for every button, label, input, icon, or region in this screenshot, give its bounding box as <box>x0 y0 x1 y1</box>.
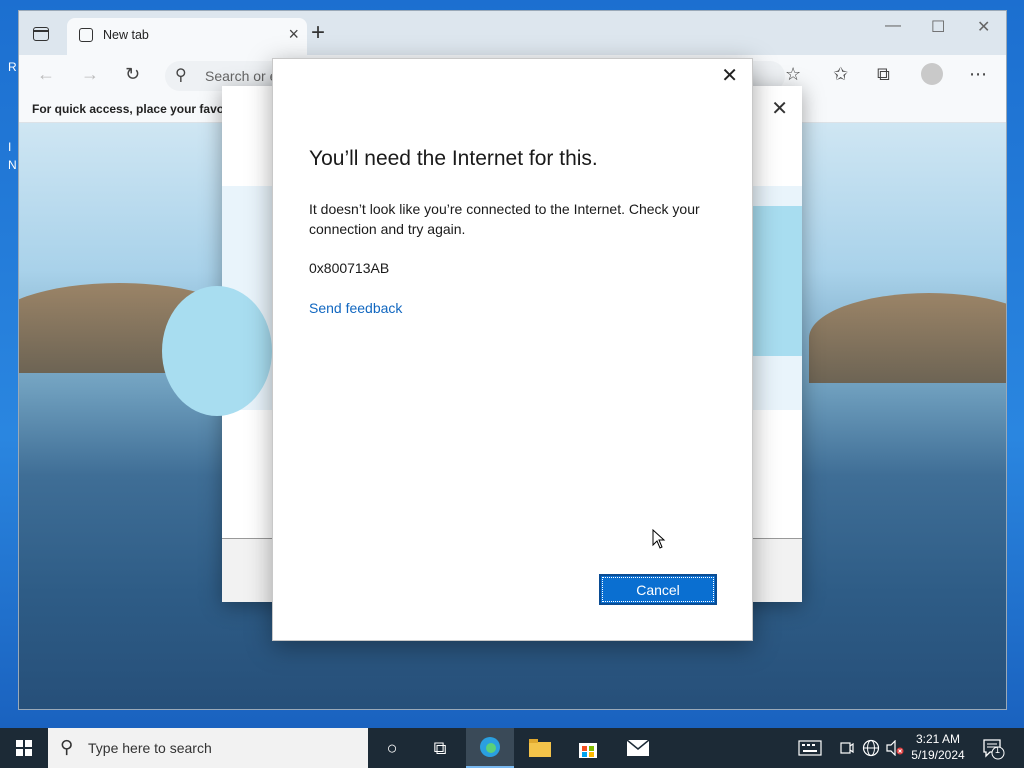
collections-icon[interactable]: ⧉ <box>877 64 890 85</box>
tab-label: New tab <box>103 28 149 42</box>
tab-new-tab[interactable]: New tab × <box>67 18 307 55</box>
folder-icon <box>529 739 551 757</box>
store-button[interactable] <box>564 728 612 768</box>
tab-actions-icon[interactable] <box>33 27 49 41</box>
refresh-icon[interactable]: ↻ <box>125 64 140 85</box>
edge-icon <box>480 737 500 757</box>
search-icon: ⚲ <box>175 67 187 84</box>
dialog-message: It doesn’t look like you’re connected to… <box>309 201 700 237</box>
send-feedback-link[interactable]: Send feedback <box>309 300 402 316</box>
internet-required-dialog: ✕ You’ll need the Internet for this. It … <box>272 58 753 641</box>
cortana-icon: ○ <box>386 737 398 758</box>
task-view-icon: ⧉ <box>433 737 447 758</box>
clock-date: 5/19/2024 <box>911 748 965 762</box>
desktop-icon-label[interactable]: R <box>8 60 17 74</box>
hill-right <box>809 293 1006 383</box>
cortana-button[interactable]: ○ <box>368 728 416 768</box>
profile-avatar[interactable] <box>921 63 943 85</box>
close-icon[interactable]: ✕ <box>721 63 738 88</box>
mail-button[interactable] <box>614 728 662 768</box>
meet-now-icon[interactable] <box>840 740 854 756</box>
store-icon <box>579 743 597 758</box>
cancel-button[interactable]: Cancel <box>599 574 717 605</box>
system-clock[interactable]: 3:21 AM 5/19/2024 <box>906 731 970 763</box>
error-code: 0x800713AB <box>309 260 390 276</box>
decor-shape <box>162 286 272 416</box>
network-globe-icon[interactable] <box>862 739 880 757</box>
close-icon[interactable]: ✕ <box>771 96 788 121</box>
volume-muted-icon[interactable] <box>886 740 904 756</box>
close-window-button[interactable]: ✕ <box>977 17 990 37</box>
dialog-title: You’ll need the Internet for this. <box>309 147 598 170</box>
tab-close-icon[interactable]: × <box>288 24 299 45</box>
notification-center-icon[interactable] <box>982 738 1006 760</box>
desktop-icon-label[interactable]: I <box>8 140 11 154</box>
more-menu-icon[interactable]: ⋯ <box>969 64 987 85</box>
mail-icon <box>627 740 649 756</box>
new-tab-page-icon <box>79 28 93 42</box>
mouse-cursor-icon <box>652 529 666 549</box>
favorites-bar-hint: For quick access, place your favorit <box>32 102 237 116</box>
forward-icon[interactable]: → <box>81 64 99 85</box>
start-button[interactable] <box>0 728 48 768</box>
clock-time: 3:21 AM <box>915 732 961 746</box>
windows-logo-icon <box>16 740 32 756</box>
search-icon: ⚲ <box>60 737 74 757</box>
desktop-icon-label[interactable]: N <box>8 158 17 172</box>
notification-count-badge: 1 <box>995 745 1001 755</box>
keyboard-icon[interactable] <box>798 740 822 756</box>
taskbar: ⚲ Type here to search ○ ⧉ 3:21 AM 5/19/2… <box>0 728 1024 768</box>
maximize-button[interactable]: ☐ <box>931 17 945 37</box>
file-explorer-button[interactable] <box>516 728 564 768</box>
task-view-button[interactable]: ⧉ <box>416 728 464 768</box>
tab-bar: New tab × + — ☐ ✕ <box>19 11 1006 55</box>
taskbar-search-box[interactable]: ⚲ Type here to search <box>48 728 368 768</box>
add-favorite-icon[interactable]: ☆ <box>785 64 801 85</box>
address-placeholder: Search or e <box>205 68 278 84</box>
new-tab-button[interactable]: + <box>311 19 325 47</box>
favorites-icon[interactable]: ✩ <box>833 64 848 85</box>
edge-taskbar-button[interactable] <box>466 728 514 768</box>
back-icon[interactable]: ← <box>37 64 55 85</box>
minimize-button[interactable]: — <box>885 17 901 35</box>
search-placeholder: Type here to search <box>88 740 212 756</box>
